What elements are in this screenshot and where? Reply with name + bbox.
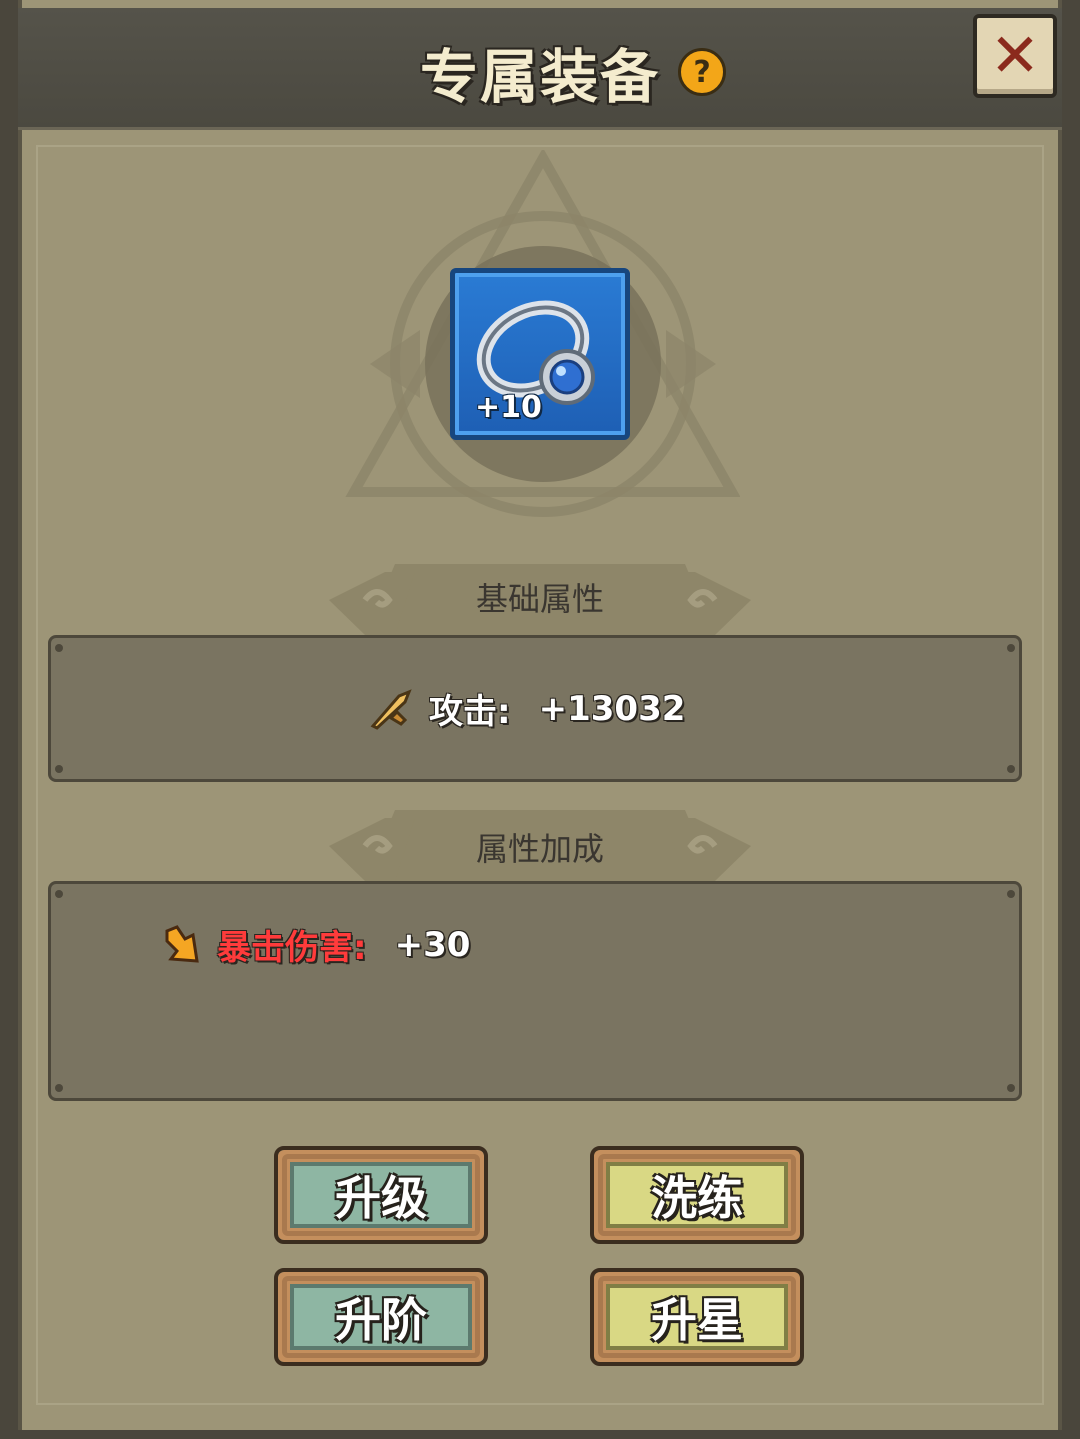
page-title: 专属装备 [420, 43, 661, 111]
help-icon[interactable]: ? [678, 48, 727, 96]
corner-dot [55, 765, 63, 773]
help-icon-glyph: ? [693, 54, 711, 90]
corner-dot [1007, 890, 1015, 898]
stat-row-crit-damage: 暴击伤害: +30 [163, 920, 470, 969]
refine-button-label: 洗练 [651, 1171, 743, 1225]
close-button[interactable]: ✕ [973, 14, 1057, 98]
base-attributes-title: 基础属性 [475, 580, 604, 618]
base-attributes-box: 攻击: +13032 [48, 635, 1022, 782]
upgrade-button[interactable]: 升级 [274, 1146, 488, 1244]
corner-dot [1007, 1084, 1015, 1092]
bonus-attributes-box: 暴击伤害: +30 [48, 881, 1022, 1101]
crit-damage-value: +30 [394, 924, 471, 965]
close-icon: ✕ [989, 21, 1041, 91]
crit-damage-label: 暴击伤害: [217, 928, 367, 968]
crit-arrow-icon [165, 924, 199, 963]
upgrade-button-label: 升级 [335, 1171, 427, 1225]
title-group: 专属装备 ? [420, 32, 727, 112]
attack-label: 攻击: [429, 692, 511, 732]
refine-button[interactable]: 洗练 [590, 1146, 804, 1244]
bonus-attributes-title: 属性加成 [475, 830, 604, 868]
corner-dot [55, 644, 63, 652]
corner-dot [1007, 765, 1015, 773]
corner-dot [55, 890, 63, 898]
advance-button[interactable]: 升阶 [274, 1268, 488, 1366]
equipment-item-slot[interactable]: +10 [450, 268, 630, 440]
advance-button-label: 升阶 [335, 1293, 427, 1347]
item-level-badge: +10 [475, 390, 542, 425]
attack-value: +13032 [538, 688, 686, 729]
stat-row-attack: 攻击: +13032 [369, 684, 685, 733]
star-up-button-label: 升星 [651, 1293, 743, 1347]
corner-dot [1007, 644, 1015, 652]
sword-icon [370, 688, 412, 730]
corner-dot [55, 1084, 63, 1092]
star-up-button[interactable]: 升星 [590, 1268, 804, 1366]
